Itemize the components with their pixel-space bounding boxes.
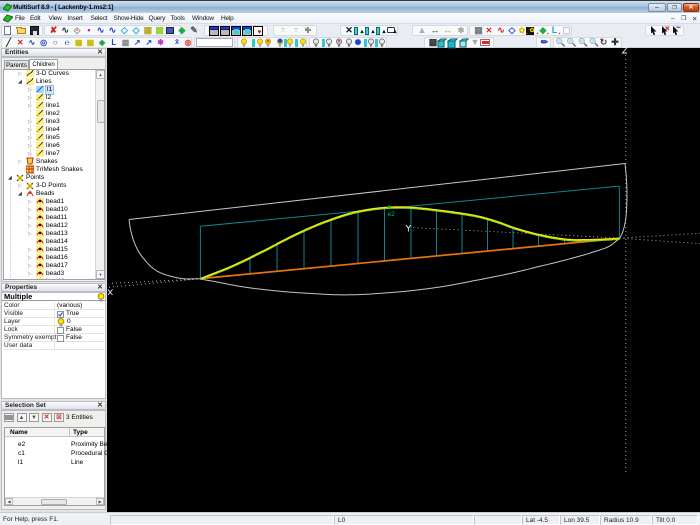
svg-text:e2: e2 <box>388 211 396 218</box>
